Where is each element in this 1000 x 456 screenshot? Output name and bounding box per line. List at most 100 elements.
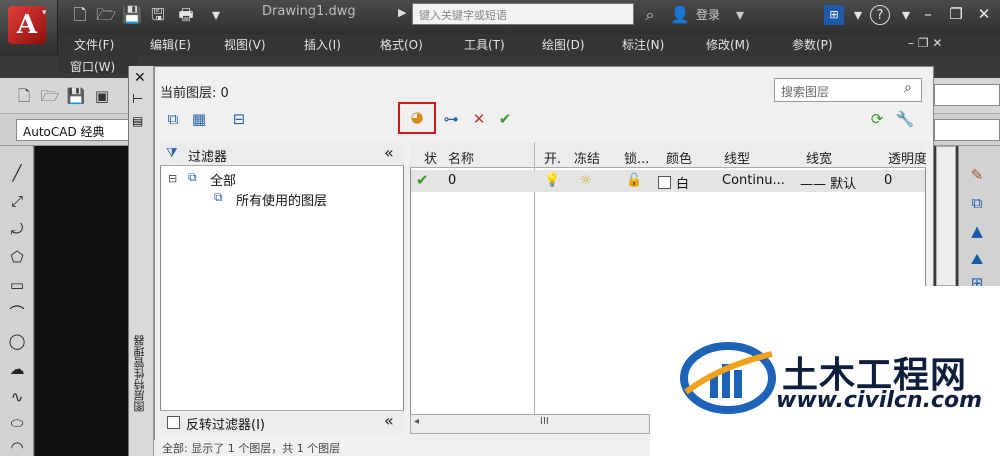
polygon-icon[interactable]: ⬠ [6, 246, 28, 268]
user-icon[interactable]: 👤 [670, 5, 690, 25]
spline-icon[interactable]: ∿ [6, 386, 28, 408]
col-color[interactable]: 颜色 [666, 148, 692, 167]
new-property-filter-icon[interactable]: ⧉ [162, 108, 184, 130]
invert-filter-checkbox[interactable] [167, 416, 180, 429]
search-icon[interactable]: ⌕ [904, 80, 912, 96]
circle-icon[interactable]: ◯ [6, 330, 28, 352]
layer-states-icon[interactable]: ⊟ [228, 108, 250, 130]
sun-icon[interactable]: ☼ [580, 173, 592, 188]
plot-icon[interactable]: ▣ [92, 86, 112, 106]
collapse-panel-button[interactable]: « [384, 411, 394, 430]
arrow-right-icon: ▶ [398, 6, 407, 19]
vertical-scrollbar[interactable] [936, 146, 956, 286]
revision-cloud-icon[interactable]: ☁ [6, 358, 28, 380]
menu-tools[interactable]: 工具(T) [464, 36, 505, 53]
lightbulb-icon[interactable]: 💡 [544, 173, 560, 188]
menu-file[interactable]: 文件(F) [74, 36, 114, 53]
dropdown-icon[interactable]: ▾ [206, 5, 226, 25]
filter-header-label: 过滤器 [188, 150, 228, 165]
new-group-filter-icon[interactable]: ▦ [188, 108, 210, 130]
workspace-select[interactable]: AutoCAD 经典 [16, 119, 132, 141]
ellipse-icon[interactable]: ⬭ [6, 412, 28, 434]
settings-wrench-icon[interactable]: 🔧 [894, 108, 916, 130]
horizontal-scrollbar[interactable] [410, 414, 650, 434]
menu-insert[interactable]: 插入(I) [304, 36, 341, 53]
menu-dimension[interactable]: 标注(N) [622, 36, 664, 53]
open-folder-icon[interactable]: 🗁 [40, 86, 60, 106]
close-icon[interactable]: ✕ [134, 70, 146, 86]
save-icon[interactable]: 💾 [122, 5, 142, 25]
col-name[interactable]: 名称 [448, 148, 474, 167]
layer-lineweight-cell[interactable]: —— 默认 [800, 173, 856, 192]
layer-name-cell[interactable]: 0 [448, 173, 456, 188]
palette-title: 图层特性管理器 [133, 335, 146, 412]
new-layer-vp-frozen-icon[interactable]: ⊶ [440, 108, 462, 130]
search-layer-input[interactable]: 搜索图层 [774, 78, 922, 102]
print-icon[interactable]: 🖶 [176, 5, 196, 25]
save-as-icon[interactable]: 🖫 [148, 5, 168, 25]
dropdown-icon[interactable]: ▾ [730, 5, 750, 25]
toolbar-dropdown[interactable] [934, 84, 1000, 106]
line-icon[interactable]: ╱ [6, 162, 28, 184]
delete-layer-icon[interactable]: ✕ [468, 108, 490, 130]
col-transparency[interactable]: 透明度 [888, 148, 926, 167]
exchange-icon[interactable]: ⊞ [824, 5, 844, 25]
style-dropdown[interactable] [934, 119, 1000, 141]
dropdown-icon[interactable]: ▾ [896, 5, 916, 25]
erase-icon[interactable]: ✎ [966, 164, 988, 186]
scroll-left-icon[interactable]: ◂ [414, 416, 419, 427]
auto-hide-icon[interactable]: ⊢ [132, 92, 143, 107]
drawing-canvas[interactable] [35, 146, 130, 456]
menu-modify[interactable]: 修改(M) [706, 36, 750, 53]
binoculars-icon[interactable]: ⌕ [640, 5, 660, 25]
scroll-thumb[interactable]: III [540, 416, 549, 427]
arc-icon[interactable]: ⌒ [6, 302, 28, 324]
construction-line-icon[interactable]: ⤢ [6, 190, 28, 212]
col-lock[interactable]: 锁... [624, 148, 649, 167]
doc-window-controls[interactable]: – ❐ ✕ [908, 36, 942, 50]
color-swatch[interactable] [658, 176, 671, 189]
col-linetype[interactable]: 线型 [724, 148, 750, 167]
filter-tree-panel[interactable] [160, 142, 404, 434]
collapse-panel-button[interactable]: « [384, 143, 394, 162]
restore-icon[interactable]: ❐ [944, 4, 968, 24]
tree-expand-icon[interactable]: ⊟ [168, 172, 177, 185]
unlock-icon[interactable]: 🔓 [626, 173, 642, 188]
set-current-icon[interactable]: ✔ [494, 108, 516, 130]
menu-parametric[interactable]: 参数(P) [792, 36, 833, 53]
tree-item-used-layers[interactable]: 所有使用的图层 [236, 190, 327, 209]
application-menu-button[interactable]: A ▾ [0, 0, 58, 56]
refresh-icon[interactable]: ⟳ [866, 108, 888, 130]
offset-icon[interactable]: ⛰ [966, 248, 988, 270]
properties-icon[interactable]: ▤ [132, 114, 143, 128]
new-file-icon[interactable]: 🗋 [70, 5, 90, 25]
polyline-icon[interactable]: ⤾ [6, 218, 28, 240]
menu-draw[interactable]: 绘图(D) [542, 36, 585, 53]
new-file-icon[interactable]: 🗋 [14, 86, 34, 106]
tree-item-all[interactable]: 全部 [210, 170, 236, 189]
menu-view[interactable]: 视图(V) [224, 36, 266, 53]
mirror-icon[interactable]: ▲ [966, 220, 988, 242]
layer-transparency-cell[interactable]: 0 [884, 173, 892, 188]
sign-in-label[interactable]: 登录 [696, 6, 720, 23]
minimize-icon[interactable]: – [916, 4, 940, 24]
menu-format[interactable]: 格式(O) [380, 36, 423, 53]
layer-linetype-cell[interactable]: Continu... [722, 173, 785, 188]
col-on[interactable]: 开. [544, 148, 561, 167]
col-status[interactable]: 状 [424, 148, 437, 167]
col-freeze[interactable]: 冻结 [574, 148, 600, 167]
layers-stack-icon: ⧉ [188, 170, 197, 184]
menu-edit[interactable]: 编辑(E) [150, 36, 191, 53]
col-lineweight[interactable]: 线宽 [806, 148, 832, 167]
ellipse-arc-icon[interactable]: ◠ [6, 436, 28, 456]
help-icon[interactable]: ? [870, 5, 890, 25]
dropdown-icon[interactable]: ▾ [848, 5, 868, 25]
menu-window[interactable]: 窗口(W) [70, 58, 115, 75]
open-folder-icon[interactable]: 🗁 [96, 5, 116, 25]
close-icon[interactable]: ✕ [972, 4, 996, 24]
layer-color-cell[interactable]: 白 [676, 173, 689, 192]
rectangle-icon[interactable]: ▭ [6, 274, 28, 296]
save-icon[interactable]: 💾 [66, 86, 86, 106]
help-search-input[interactable]: 键入关键字或短语 [412, 3, 634, 25]
copy-icon[interactable]: ⧉ [966, 192, 988, 214]
